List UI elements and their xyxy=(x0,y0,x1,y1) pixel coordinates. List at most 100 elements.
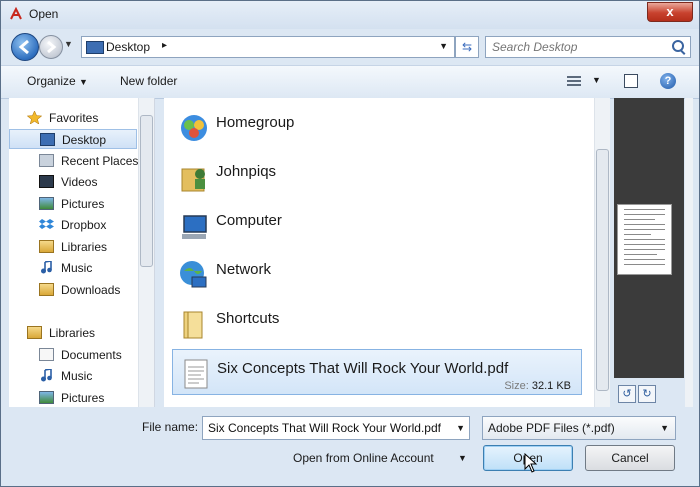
address-location[interactable]: Desktop xyxy=(106,40,150,54)
user-folder-icon xyxy=(181,168,205,192)
network-icon xyxy=(180,261,207,288)
dropbox-icon xyxy=(39,219,54,229)
sidebar-item-libraries[interactable]: Libraries xyxy=(9,323,137,343)
file-list-scroll-thumb[interactable] xyxy=(596,149,609,391)
window-title: Open xyxy=(29,7,59,21)
star-icon xyxy=(27,111,42,124)
preview-scrollbar[interactable] xyxy=(685,98,693,407)
rotate-right-icon[interactable]: ↻ xyxy=(638,385,656,403)
sidebar-item-documents[interactable]: Documents xyxy=(9,345,137,365)
list-item[interactable]: Shortcuts xyxy=(172,300,582,346)
refresh-button[interactable]: ⇆ xyxy=(455,36,479,58)
sidebar-item-dropbox[interactable]: Dropbox xyxy=(9,215,137,235)
help-icon[interactable]: ? xyxy=(660,73,676,89)
sidebar-item-label: Favorites xyxy=(49,111,99,125)
forward-arrow-icon xyxy=(47,40,57,54)
item-name: Johnpiqs xyxy=(216,163,277,180)
homegroup-icon xyxy=(181,115,207,141)
change-view-button[interactable] xyxy=(567,74,581,88)
file-name-input[interactable] xyxy=(206,419,450,437)
item-name: Homegroup xyxy=(216,114,295,131)
organize-label: Organize xyxy=(27,74,76,88)
search-icon[interactable] xyxy=(672,40,684,52)
item-size: Size: 32.1 KB xyxy=(504,380,571,392)
pdf-file-icon xyxy=(184,359,208,389)
forward-button[interactable] xyxy=(39,35,63,59)
open-from-online-account-button[interactable]: Open from Online Account xyxy=(293,451,434,465)
list-item[interactable]: Homegroup xyxy=(172,104,582,150)
videos-icon xyxy=(39,175,54,188)
music-icon xyxy=(41,369,52,382)
computer-icon xyxy=(182,215,207,239)
organize-button[interactable]: Organize ▼ xyxy=(27,74,88,88)
sidebar-item-libraries-fav[interactable]: Libraries xyxy=(9,237,137,257)
item-name: Six Concepts That Will Rock Your World.p… xyxy=(217,360,509,377)
file-type-value: Adobe PDF Files (*.pdf) xyxy=(488,421,615,435)
file-name-label: File name: xyxy=(142,420,199,434)
rotate-left-icon[interactable]: ↺ xyxy=(618,385,636,403)
pictures-icon xyxy=(39,391,54,404)
sidebar-item-label: Documents xyxy=(61,348,122,362)
address-bar[interactable]: Desktop ▸ ▼ xyxy=(81,36,455,58)
sidebar-item-label: Desktop xyxy=(62,133,107,147)
close-button[interactable]: x xyxy=(647,2,693,22)
music-icon xyxy=(41,261,52,274)
chevron-down-icon: ▼ xyxy=(660,423,669,433)
size-key: Size: xyxy=(504,380,529,392)
new-folder-button[interactable]: New folder xyxy=(120,74,177,88)
documents-icon xyxy=(39,348,54,361)
item-name: Computer xyxy=(216,212,282,229)
back-button[interactable] xyxy=(11,33,39,61)
sidebar-item-label: Libraries xyxy=(49,326,96,340)
sidebar-item-label: Downloads xyxy=(61,283,121,297)
pictures-icon xyxy=(39,197,54,210)
breadcrumb-separator[interactable]: ▸ xyxy=(162,40,167,51)
navigation-pane: Favorites Desktop Recent Places Videos P… xyxy=(9,98,155,407)
sidebar-item-downloads[interactable]: Downloads xyxy=(9,280,137,300)
item-name: Shortcuts xyxy=(216,310,280,327)
sidebar-item-music[interactable]: Music xyxy=(9,258,137,278)
chevron-down-icon[interactable]: ▼ xyxy=(456,423,465,433)
list-item[interactable]: Computer xyxy=(172,202,582,248)
sidebar-item-label: Recent Places xyxy=(61,154,139,168)
size-value: 32.1 KB xyxy=(531,380,571,392)
libraries-icon xyxy=(39,240,54,253)
sidebar-item-desktop[interactable]: Desktop xyxy=(9,129,137,149)
sidebar-item-music-library[interactable]: Music xyxy=(9,366,137,386)
list-item-selected[interactable]: Six Concepts That Will Rock Your World.p… xyxy=(172,349,582,395)
libraries-icon xyxy=(27,326,42,339)
item-name: Network xyxy=(216,261,272,278)
search-input[interactable] xyxy=(490,38,664,56)
sidebar-item-label: Music xyxy=(61,369,93,383)
title-bar: Open x xyxy=(1,1,699,29)
sidebar-item-label: Dropbox xyxy=(61,218,107,232)
preview-pane-toggle[interactable] xyxy=(624,74,638,88)
sidebar-item-recent-places[interactable]: Recent Places xyxy=(9,151,139,171)
address-dropdown[interactable]: ▼ xyxy=(439,41,448,51)
chevron-down-icon[interactable]: ▼ xyxy=(458,453,467,463)
search-box[interactable] xyxy=(485,36,691,58)
address-row: ▼ Desktop ▸ ▼ ⇆ xyxy=(1,29,699,65)
navigation-scroll-thumb[interactable] xyxy=(140,115,153,267)
sidebar-item-favorites[interactable]: Favorites xyxy=(9,108,137,128)
file-type-select[interactable]: Adobe PDF Files (*.pdf) ▼ xyxy=(482,416,676,440)
recent-pages-dropdown[interactable]: ▼ xyxy=(64,39,73,49)
list-item[interactable]: Johnpiqs xyxy=(172,153,582,199)
sidebar-item-pictures-library[interactable]: Pictures xyxy=(9,388,137,407)
file-list: Homegroup Johnpiqs Computer Network Shor… xyxy=(164,98,594,407)
list-item[interactable]: Network xyxy=(172,251,582,297)
command-bar: Organize ▼ New folder ▼ ? xyxy=(1,65,699,99)
file-name-combobox[interactable]: ▼ xyxy=(202,416,470,440)
recent-places-icon xyxy=(39,154,54,167)
back-arrow-icon xyxy=(18,39,29,55)
sidebar-item-pictures[interactable]: Pictures xyxy=(9,194,137,214)
folder-icon xyxy=(183,311,203,339)
sidebar-item-videos[interactable]: Videos xyxy=(9,172,137,192)
downloads-icon xyxy=(39,283,54,296)
sidebar-item-label: Music xyxy=(61,261,93,275)
view-options-dropdown[interactable]: ▼ xyxy=(592,75,601,85)
cancel-button[interactable]: Cancel xyxy=(585,445,675,471)
desktop-icon xyxy=(86,41,104,54)
sidebar-item-label: Libraries xyxy=(61,240,108,254)
adobe-pdf-icon xyxy=(10,7,22,20)
